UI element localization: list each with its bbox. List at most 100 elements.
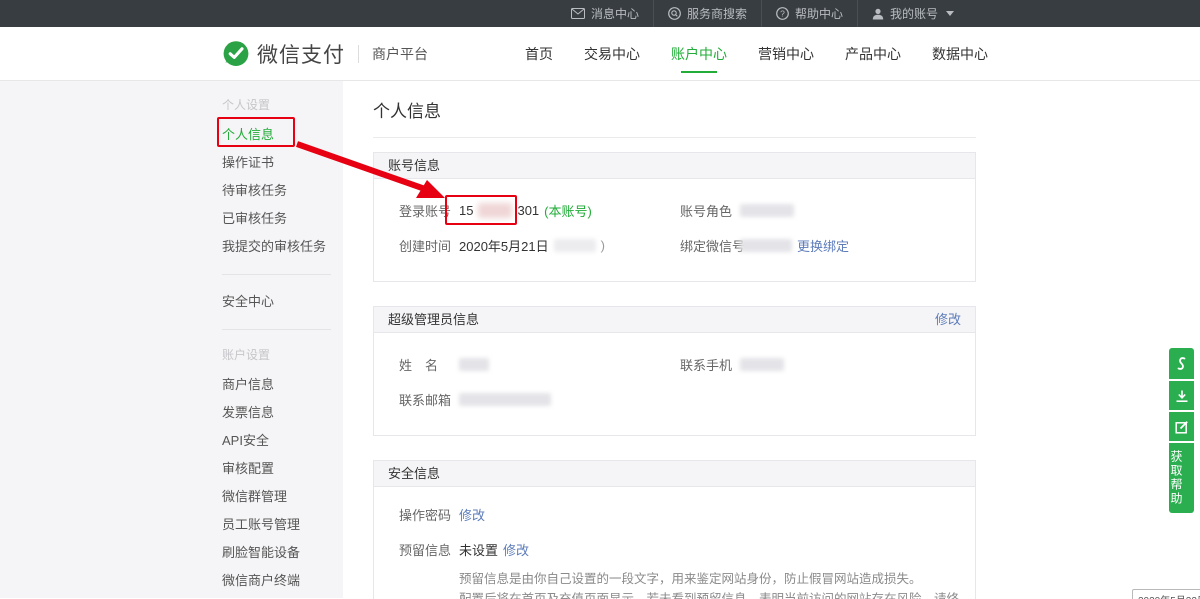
login-account-value: 15 301 (本账号) (459, 201, 592, 220)
password-modify-link[interactable]: 修改 (459, 505, 485, 524)
sidebar-item-face-smart-device[interactable]: 刷脸智能设备 (222, 539, 331, 567)
nav-item-home[interactable]: 首页 (525, 27, 553, 81)
logo[interactable]: 微信支付 商户平台 (222, 39, 428, 69)
field-admin-phone: 联系手机 (680, 355, 961, 374)
section-title: 超级管理员信息 (388, 307, 479, 332)
sidebar-item-personal-info[interactable]: 个人信息 (222, 121, 331, 149)
mail-icon (571, 8, 585, 19)
sidebar-item-invoice-info[interactable]: 发票信息 (222, 399, 331, 427)
field-label: 操作密码 (399, 505, 459, 524)
this-account-note: (本账号) (544, 201, 592, 220)
section-account-info: 账号信息 登录账号 15 301 (本账号) 账号角色 (373, 152, 976, 282)
field-created-time: 创建时间 2020年5月21日 ) (399, 236, 680, 255)
reserved-info-modify-link[interactable]: 修改 (503, 540, 529, 559)
sidebar-item-operation-certificate[interactable]: 操作证书 (222, 149, 331, 177)
field-label: 登录账号 (399, 201, 459, 220)
topbar-item-message-center[interactable]: 消息中心 (557, 0, 653, 27)
topbar-item-label: 帮助中心 (795, 5, 843, 22)
sidebar-item-wechat-group-management[interactable]: 微信群管理 (222, 483, 331, 511)
section-account-info-header: 账号信息 (374, 153, 975, 179)
change-binding-link[interactable]: 更换绑定 (797, 236, 849, 255)
header: 微信支付 商户平台 首页 交易中心 账户中心 营销中心 产品中心 数据中心 (0, 27, 1200, 81)
logo-text: 微信支付 (257, 39, 345, 69)
admin-modify-link[interactable]: 修改 (935, 307, 961, 332)
sidebar-item-my-submitted-tasks[interactable]: 我提交的审核任务 (222, 233, 331, 261)
portal-name: 商户平台 (372, 44, 428, 64)
svg-text:?: ? (780, 8, 785, 18)
main-nav: 首页 交易中心 账户中心 营销中心 产品中心 数据中心 (525, 27, 988, 81)
field-label: 账号角色 (680, 201, 740, 220)
sidebar-item-review-config[interactable]: 审核配置 (222, 455, 331, 483)
field-label: 预留信息 (399, 540, 459, 559)
sidebar-item-merchant-info[interactable]: 商户信息 (222, 371, 331, 399)
hint-line: 配置后将在首页及充值页面显示。若未看到预留信息，表明当前访问的网站存在风险，请终… (459, 592, 961, 599)
created-time-value: 2020年5月21日 (459, 236, 549, 255)
wechat-pay-logo-icon (222, 40, 250, 68)
user-icon (872, 8, 884, 20)
section-admin-info: 超级管理员信息 修改 姓 名 联系手机 (373, 306, 976, 436)
sidebar-group-personal-settings: 个人设置 (222, 93, 331, 117)
date-tooltip: 2020年5月22日 (1132, 589, 1200, 599)
field-account-role: 账号角色 (680, 201, 961, 220)
field-label: 联系邮箱 (399, 390, 459, 409)
login-prefix: 15 (459, 203, 473, 218)
page-body: 个人设置 个人信息 操作证书 待审核任务 已审核任务 我提交的审核任务 安全中心… (0, 81, 1200, 598)
topbar-item-label: 消息中心 (591, 5, 639, 22)
topbar-item-help-center[interactable]: ? 帮助中心 (761, 0, 857, 27)
logo-divider (358, 45, 359, 63)
sidebar-item-pending-review-tasks[interactable]: 待审核任务 (222, 177, 331, 205)
page-title: 个人信息 (373, 97, 976, 138)
redacted-admin-name (459, 358, 489, 371)
sidebar-divider (222, 329, 331, 330)
redacted-admin-email (459, 393, 551, 406)
redacted-admin-phone (740, 358, 784, 371)
field-bound-wechat: 绑定微信号 更换绑定 (680, 236, 961, 255)
field-login-account: 登录账号 15 301 (本账号) (399, 201, 680, 220)
redacted-login-middle (478, 203, 512, 218)
redacted-created-time (554, 239, 596, 252)
sidebar-item-security-center[interactable]: 安全中心 (222, 288, 331, 316)
section-admin-info-header: 超级管理员信息 修改 (374, 307, 975, 333)
nav-item-data-center[interactable]: 数据中心 (932, 27, 988, 81)
sidebar-item-reviewed-tasks[interactable]: 已审核任务 (222, 205, 331, 233)
nav-item-account-center[interactable]: 账户中心 (671, 27, 727, 81)
field-admin-email: 联系邮箱 (399, 390, 687, 409)
topbar-item-my-account[interactable]: 我的账号 (857, 0, 968, 27)
sidebar-item-staff-account-management[interactable]: 员工账号管理 (222, 511, 331, 539)
download-icon[interactable] (1169, 379, 1194, 410)
sidebar-item-wechat-merchant-terminal[interactable]: 微信商户终端 (222, 567, 331, 595)
section-admin-info-body: 姓 名 联系手机 联系邮箱 (374, 333, 975, 435)
field-label: 联系手机 (680, 355, 740, 374)
topbar-item-provider-search[interactable]: 服务商搜索 (653, 0, 761, 27)
section-title: 账号信息 (388, 153, 440, 178)
section-security-info-header: 安全信息 (374, 461, 975, 487)
edit-icon[interactable] (1169, 410, 1194, 441)
link-icon[interactable] (1169, 348, 1194, 379)
topbar-item-label: 服务商搜索 (687, 5, 747, 22)
chevron-down-icon (946, 11, 954, 16)
field-reserved-info: 预留信息 未设置 修改 (399, 540, 961, 559)
redacted-role-value (740, 204, 794, 217)
get-help-button[interactable]: 获取帮助 (1169, 441, 1194, 513)
field-label: 姓 名 (399, 355, 459, 374)
paren: ) (601, 238, 605, 253)
nav-item-marketing-center[interactable]: 营销中心 (758, 27, 814, 81)
field-operation-password: 操作密码 修改 (399, 505, 961, 524)
login-suffix: 301 (517, 203, 539, 218)
sidebar-item-api-security[interactable]: API安全 (222, 427, 331, 455)
hint-line: 预留信息是由你自己设置的一段文字，用来鉴定网站身份，防止假冒网站造成损失。 (459, 572, 961, 588)
sidebar-divider (222, 274, 331, 275)
section-security-info: 安全信息 操作密码 修改 预留信息 (373, 460, 976, 599)
section-title: 安全信息 (388, 461, 440, 486)
topbar: 消息中心 服务商搜索 ? 帮助中心 我的账号 (0, 0, 1200, 27)
reserved-info-hints: 预留信息是由你自己设置的一段文字，用来鉴定网站身份，防止假冒网站造成损失。 配置… (399, 572, 961, 599)
section-security-info-body: 操作密码 修改 预留信息 未设置 修改 (374, 487, 975, 599)
sidebar: 个人设置 个人信息 操作证书 待审核任务 已审核任务 我提交的审核任务 安全中心… (0, 81, 343, 598)
nav-item-product-center[interactable]: 产品中心 (845, 27, 901, 81)
sidebar-group-account-settings: 账户设置 (222, 343, 331, 367)
nav-item-transaction-center[interactable]: 交易中心 (584, 27, 640, 81)
main-content: 个人信息 账号信息 登录账号 15 301 (本账号) (343, 81, 1200, 598)
reserved-info-status: 未设置 (459, 540, 498, 559)
wechat-pay-merchant-portal: 消息中心 服务商搜索 ? 帮助中心 我的账号 (0, 0, 1200, 599)
floating-help-widget: 获取帮助 (1169, 348, 1194, 513)
